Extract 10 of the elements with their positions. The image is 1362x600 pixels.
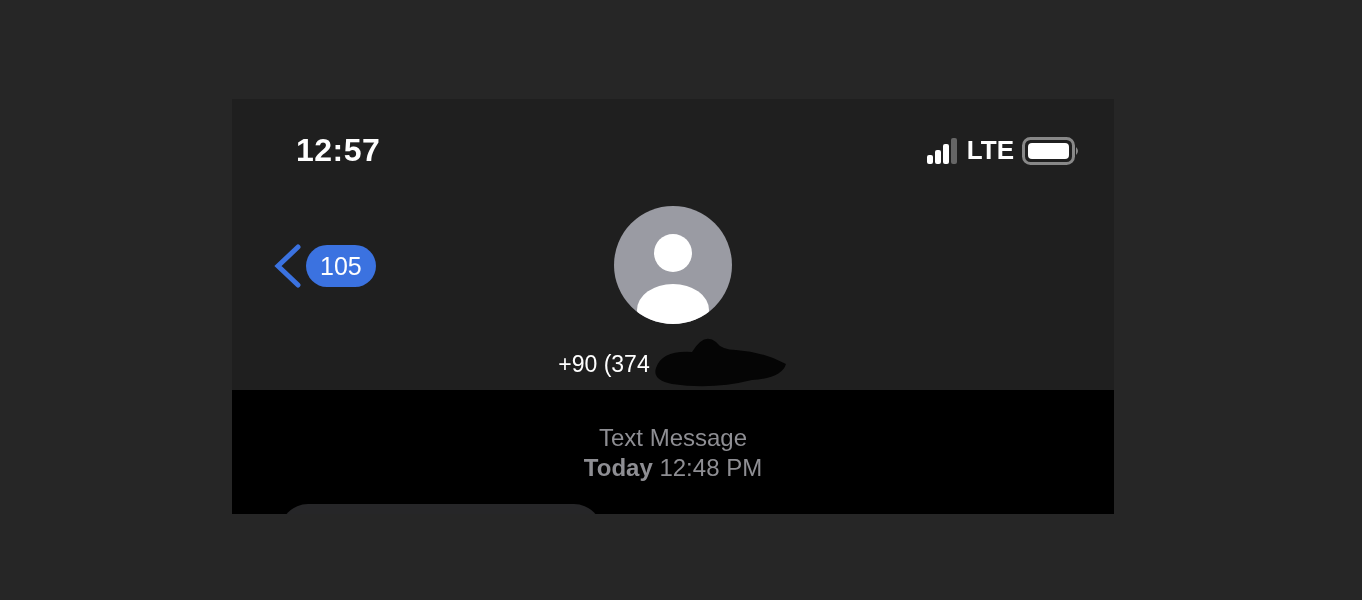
unread-count-badge[interactable]: 105 (306, 245, 376, 287)
message-timestamp: Today 12:48 PM (583, 453, 763, 483)
status-time: 12:57 (296, 132, 381, 169)
signal-icon (926, 137, 959, 164)
battery-icon (1022, 136, 1080, 165)
service-label: Text Message (598, 423, 748, 453)
contact-avatar-icon[interactable] (614, 206, 732, 324)
network-label: LTE (966, 135, 1014, 166)
contact-name[interactable]: +90 (374 (558, 350, 650, 378)
back-chevron-icon[interactable] (272, 244, 302, 288)
